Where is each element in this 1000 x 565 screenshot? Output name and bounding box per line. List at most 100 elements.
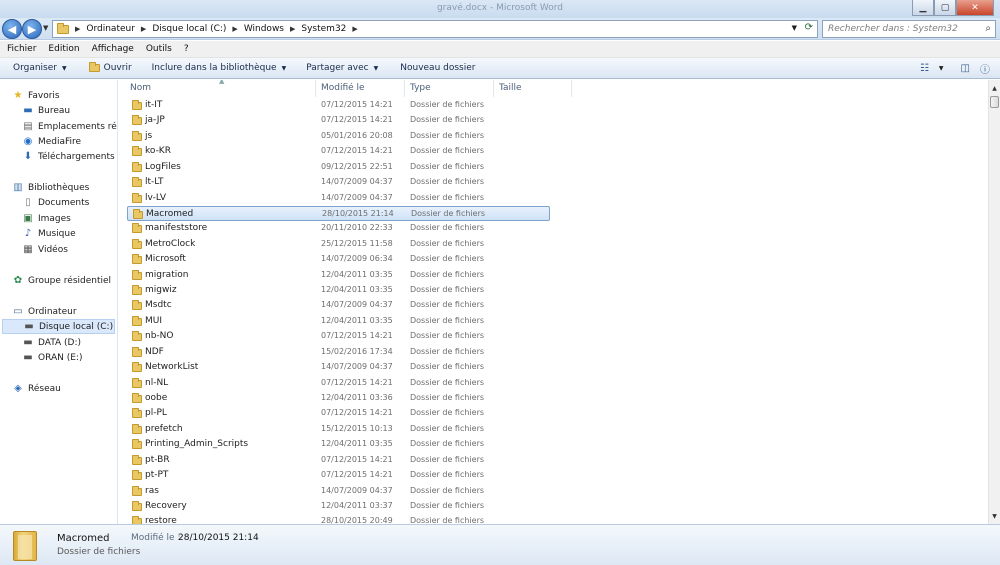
file-row[interactable]: NetworkList 14/07/2009 04:37 Dossier de fi… [127, 360, 550, 375]
sidebar-item-music[interactable]: ♪ Musique [22, 226, 117, 241]
file-row[interactable]: Msdtc 14/07/2009 04:37 Dossier de fichiers [127, 298, 550, 313]
new-folder-button[interactable]: Nouveau dossier [400, 63, 475, 73]
menu-help[interactable]: ? [184, 44, 189, 54]
back-button[interactable]: ◀ [2, 19, 22, 39]
file-row[interactable]: restore 28/10/2015 20:49 Dossier de fichie… [127, 514, 550, 524]
file-modified-date: 12/04/2011 03:35 [321, 315, 393, 325]
file-row[interactable]: Microsoft 14/07/2009 06:34 Dossier de fich… [127, 252, 550, 267]
chevron-right-icon[interactable]: ▶ [141, 25, 146, 33]
chevron-right-icon[interactable]: ▶ [232, 25, 237, 33]
sidebar-item-documents[interactable]: ▯ Documents [22, 195, 117, 210]
sidebar-item-mediafire[interactable]: ◉ MediaFire [22, 134, 117, 149]
forward-button[interactable]: ▶ [22, 19, 42, 39]
column-header-size[interactable]: Taille [499, 83, 522, 93]
sidebar-item-images[interactable]: ▣ Images [22, 211, 117, 226]
scrollbar-thumb[interactable] [990, 96, 999, 108]
menu-affichage[interactable]: Affichage [92, 44, 134, 54]
file-type: Dossier de fichiers [410, 269, 485, 279]
sidebar-favorites[interactable]: ★ Favoris [12, 88, 117, 103]
folder-icon [133, 208, 143, 219]
breadcrumb-disque-local[interactable]: Disque local (C:) [152, 24, 226, 34]
sidebar-libraries[interactable]: ▥ Bibliothèques [12, 180, 117, 195]
file-row[interactable]: Recovery 12/04/2011 03:37 Dossier de fichi… [127, 499, 550, 514]
file-row[interactable]: ras 14/07/2009 04:37 Dossier de fichiers [127, 484, 550, 499]
sidebar-item-oran-e[interactable]: ▬ ORAN (E:) [22, 350, 117, 365]
column-header-name[interactable]: Nom [130, 83, 151, 93]
sidebar-item-bureau[interactable]: ▬ Bureau [22, 103, 117, 118]
view-options-icon[interactable]: ☷ [920, 63, 929, 74]
minimize-button[interactable]: ▁ [912, 0, 934, 16]
sidebar-item-local-disk-c[interactable]: ▬ Disque local (C:) [2, 319, 115, 334]
address-dropdown-icon[interactable]: ▼ [792, 24, 797, 32]
file-type: Dossier de fichiers [410, 285, 485, 295]
file-row[interactable]: pt-PT 07/12/2015 14:21 Dossier de fichiers [127, 468, 550, 483]
file-row[interactable]: Macromed 28/10/2015 21:14 Dossier de fichi… [127, 205, 550, 221]
file-row[interactable]: MetroClock 25/12/2015 11:58 Dossier de fic… [127, 237, 550, 252]
preview-pane-icon[interactable]: ◫ [961, 63, 970, 74]
refresh-icon[interactable]: ⟳ [805, 22, 813, 33]
chevron-right-icon[interactable]: ▶ [75, 25, 80, 33]
file-row[interactable]: lv-LV 14/07/2009 04:37 Dossier de fichiers [127, 191, 550, 206]
organize-button[interactable]: Organiser ▼ [13, 63, 67, 73]
file-row[interactable]: oobe 12/04/2011 03:36 Dossier de fichiers [127, 391, 550, 406]
folder-icon [132, 470, 142, 481]
help-icon[interactable]: ⓘ [980, 61, 990, 76]
file-row[interactable]: migration 12/04/2011 03:35 Dossier de fich… [127, 268, 550, 283]
chevron-down-icon[interactable]: ▼ [939, 65, 944, 72]
file-row[interactable]: ja-JP 07/12/2015 14:21 Dossier de fichiers [127, 113, 550, 128]
open-button[interactable]: Ouvrir [88, 62, 132, 73]
menu-edition[interactable]: Edition [48, 44, 79, 54]
column-header-modified[interactable]: Modifié le [321, 83, 365, 93]
address-bar[interactable]: ▶ Ordinateur ▶ Disque local (C:) ▶ Windo… [52, 20, 818, 38]
column-divider[interactable] [404, 80, 405, 97]
file-row[interactable]: migwiz 12/04/2011 03:35 Dossier de fichier… [127, 283, 550, 298]
file-row[interactable]: lt-LT 14/07/2009 04:37 Dossier de fichiers [127, 175, 550, 190]
file-row[interactable]: Printing_Admin_Scripts 12/04/2011 03:35 Do… [127, 437, 550, 452]
chevron-down-icon: ▼ [281, 64, 287, 72]
scroll-down-icon[interactable]: ▼ [989, 510, 1000, 522]
vertical-scrollbar[interactable]: ▲ ▼ [988, 80, 1000, 524]
file-row[interactable]: manifeststore 20/11/2010 22:33 Dossier de … [127, 221, 550, 236]
file-modified-date: 14/07/2009 04:37 [321, 192, 393, 202]
chevron-right-icon[interactable]: ▶ [290, 25, 295, 33]
maximize-button[interactable]: ▢ [934, 0, 956, 16]
breadcrumb-system32[interactable]: System32 [301, 24, 346, 34]
column-divider[interactable] [571, 80, 572, 97]
share-with-button[interactable]: Partager avec ▼ [306, 63, 378, 73]
include-in-library-button[interactable]: Inclure dans la bibliothèque ▼ [152, 63, 287, 73]
file-row[interactable]: LogFiles 09/12/2015 22:51 Dossier de fichi… [127, 160, 550, 175]
column-divider[interactable] [493, 80, 494, 97]
search-icon[interactable]: ⌕ [985, 23, 991, 34]
file-name: it-IT [145, 100, 163, 110]
file-row[interactable]: js 05/01/2016 20:08 Dossier de fichiers [127, 129, 550, 144]
file-row[interactable]: nb-NO 07/12/2015 14:21 Dossier de fichiers [127, 329, 550, 344]
scroll-up-icon[interactable]: ▲ [989, 82, 1000, 94]
file-row[interactable]: MUI 12/04/2011 03:35 Dossier de fichiers [127, 314, 550, 329]
file-row[interactable]: NDF 15/02/2016 17:34 Dossier de fichiers [127, 345, 550, 360]
file-row[interactable]: prefetch 15/12/2015 10:13 Dossier de fichi… [127, 422, 550, 437]
menu-fichier[interactable]: Fichier [7, 44, 36, 54]
folder-icon [132, 146, 142, 157]
sidebar-item-recent-places[interactable]: ▤ Emplacements récents [22, 119, 117, 134]
sidebar-computer[interactable]: ▭ Ordinateur [12, 304, 117, 319]
file-row[interactable]: nl-NL 07/12/2015 14:21 Dossier de fichiers [127, 376, 550, 391]
menu-outils[interactable]: Outils [146, 44, 172, 54]
file-row[interactable]: ko-KR 07/12/2015 14:21 Dossier de fichiers [127, 144, 550, 159]
breadcrumb-windows[interactable]: Windows [244, 24, 284, 34]
file-row[interactable]: pt-BR 07/12/2015 14:21 Dossier de fichiers [127, 453, 550, 468]
chevron-right-icon[interactable]: ▶ [352, 25, 357, 33]
breadcrumb-ordinateur[interactable]: Ordinateur [86, 24, 135, 34]
sidebar-item-data-d[interactable]: ▬ DATA (D:) [22, 335, 117, 350]
file-row[interactable]: pl-PL 07/12/2015 14:21 Dossier de fichiers [127, 406, 550, 421]
sidebar-homegroup[interactable]: ✿ Groupe résidentiel [12, 273, 117, 288]
details-modified-value: 28/10/2015 21:14 [178, 533, 259, 543]
sidebar-network[interactable]: ◈ Réseau [12, 381, 117, 396]
recent-pages-dropdown[interactable]: ▼ [43, 24, 48, 32]
sidebar-item-downloads[interactable]: ⬇ Téléchargements [22, 149, 117, 164]
search-box[interactable]: Rechercher dans : System32 ⌕ [822, 20, 996, 38]
file-row[interactable]: it-IT 07/12/2015 14:21 Dossier de fichiers [127, 98, 550, 113]
close-button[interactable]: ✕ [956, 0, 994, 16]
column-header-type[interactable]: Type [410, 83, 431, 93]
sidebar-item-videos[interactable]: ▦ Vidéos [22, 242, 117, 257]
column-divider[interactable] [315, 80, 316, 97]
